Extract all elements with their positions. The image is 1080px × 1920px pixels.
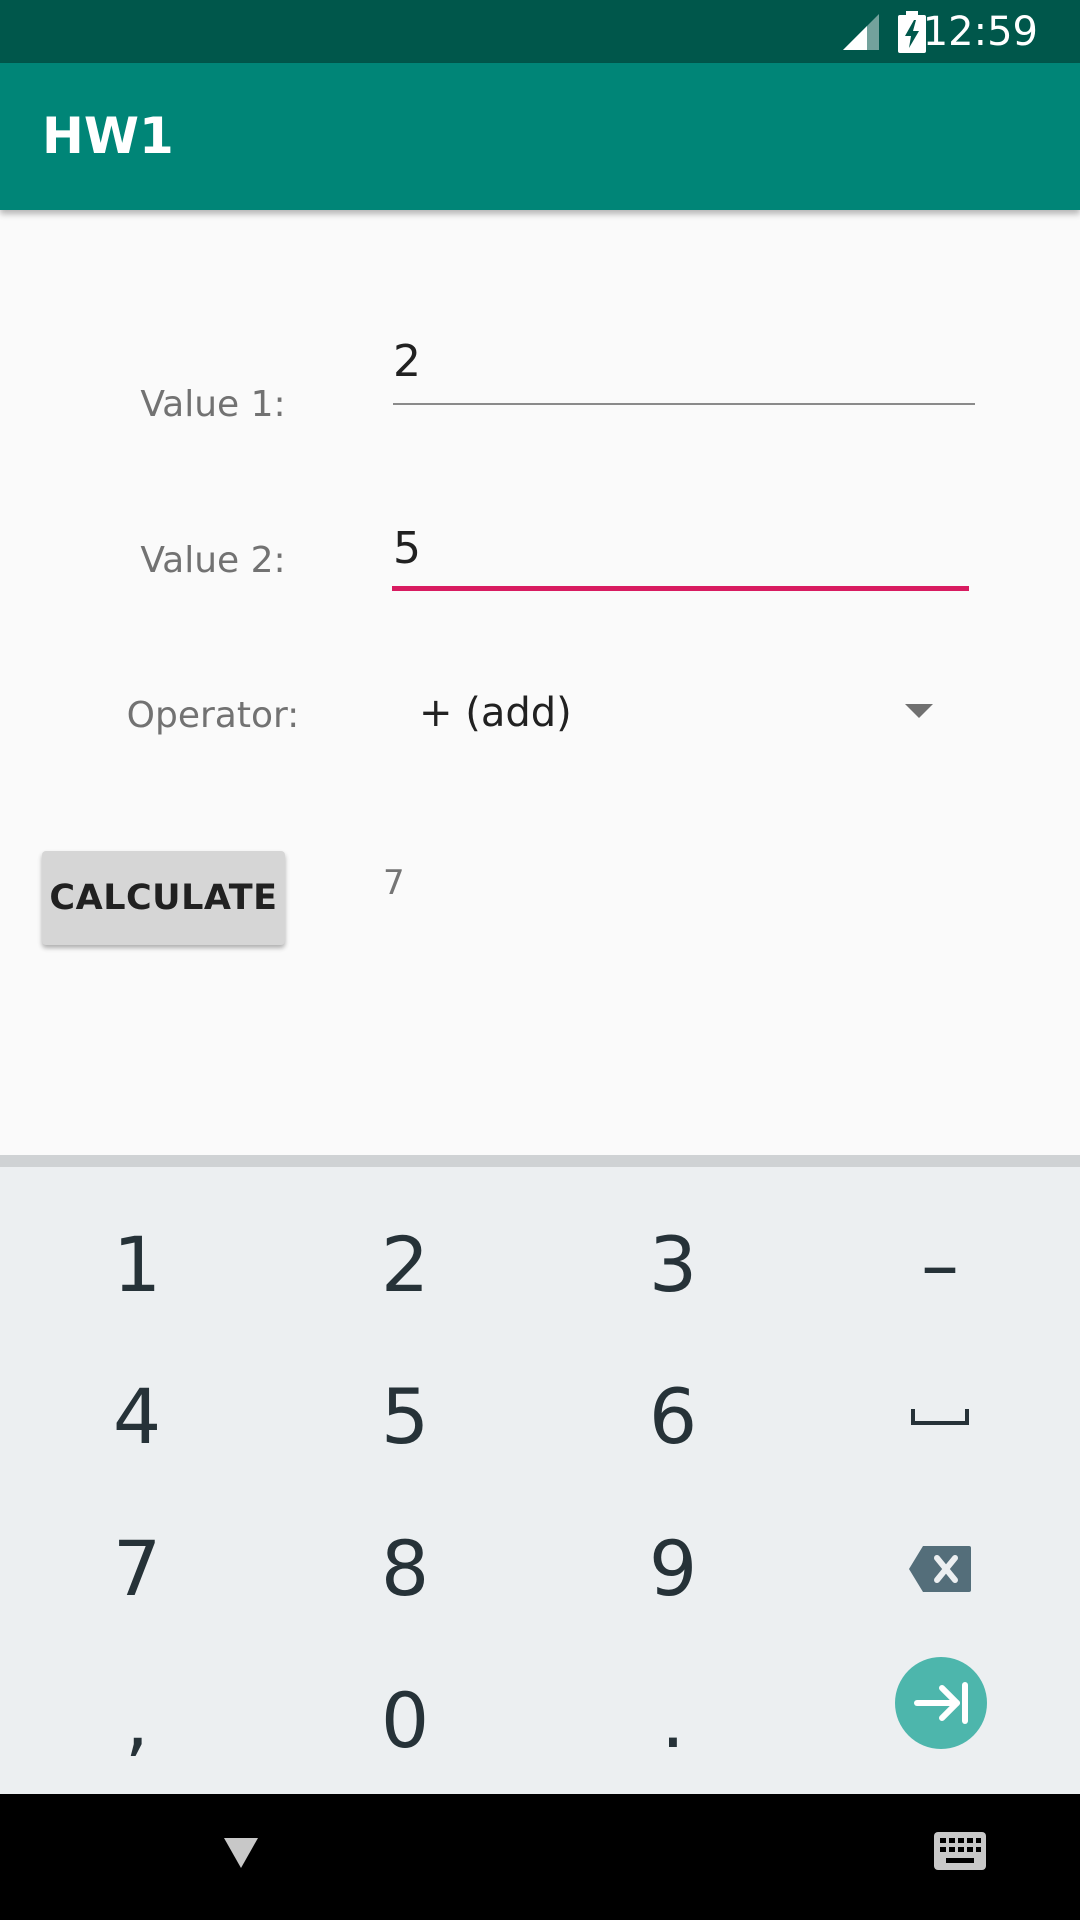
key-backspace[interactable] <box>806 1493 1074 1645</box>
key-6[interactable]: 6 <box>539 1341 807 1493</box>
backspace-icon <box>909 1546 971 1592</box>
value1-field-text: 2 <box>393 336 421 387</box>
status-bar: 12:59 <box>0 0 1080 63</box>
cell-signal-icon <box>843 14 879 50</box>
key-minus[interactable]: – <box>806 1189 1074 1341</box>
keyboard-switch-icon[interactable] <box>934 1832 986 1870</box>
app-bar: HW1 <box>0 63 1080 210</box>
key-5[interactable]: 5 <box>271 1341 539 1493</box>
value1-label: Value 1: <box>140 384 286 425</box>
value1-field[interactable]: 2 <box>392 330 976 410</box>
key-period[interactable]: . <box>539 1645 807 1797</box>
key-7[interactable]: 7 <box>3 1493 271 1645</box>
key-8[interactable]: 8 <box>271 1493 539 1645</box>
value2-field-text: 5 <box>393 523 421 574</box>
key-1[interactable]: 1 <box>3 1189 271 1341</box>
app-screen: 12:59 HW1 Value 1: 2 Value 2: 5 Operator… <box>0 0 1080 1920</box>
value1-underline <box>393 403 975 405</box>
operator-label: Operator: <box>126 695 300 736</box>
value2-field[interactable]: 5 <box>392 520 976 600</box>
navigation-bar <box>0 1794 1080 1920</box>
operator-dropdown[interactable]: + (add) <box>395 676 955 752</box>
calculate-button[interactable]: CALCULATE <box>42 851 285 945</box>
key-4[interactable]: 4 <box>3 1341 271 1493</box>
key-2[interactable]: 2 <box>271 1189 539 1341</box>
app-title: HW1 <box>42 107 174 165</box>
value2-underline-focused <box>392 586 969 591</box>
next-field-icon <box>914 1682 968 1724</box>
result-text: 7 <box>383 863 405 903</box>
operator-selected-value: + (add) <box>419 690 572 736</box>
key-comma[interactable]: , <box>3 1645 271 1797</box>
key-9[interactable]: 9 <box>539 1493 807 1645</box>
key-3[interactable]: 3 <box>539 1189 807 1341</box>
key-space[interactable] <box>806 1341 1074 1493</box>
key-0[interactable]: 0 <box>271 1645 539 1797</box>
clock-time: 12:59 <box>922 9 1038 55</box>
space-key-icon <box>911 1409 969 1425</box>
value2-label: Value 2: <box>140 540 286 581</box>
next-field-key[interactable] <box>895 1657 987 1749</box>
back-triangle-icon[interactable] <box>222 1836 260 1870</box>
dropdown-arrow-icon <box>905 704 933 718</box>
